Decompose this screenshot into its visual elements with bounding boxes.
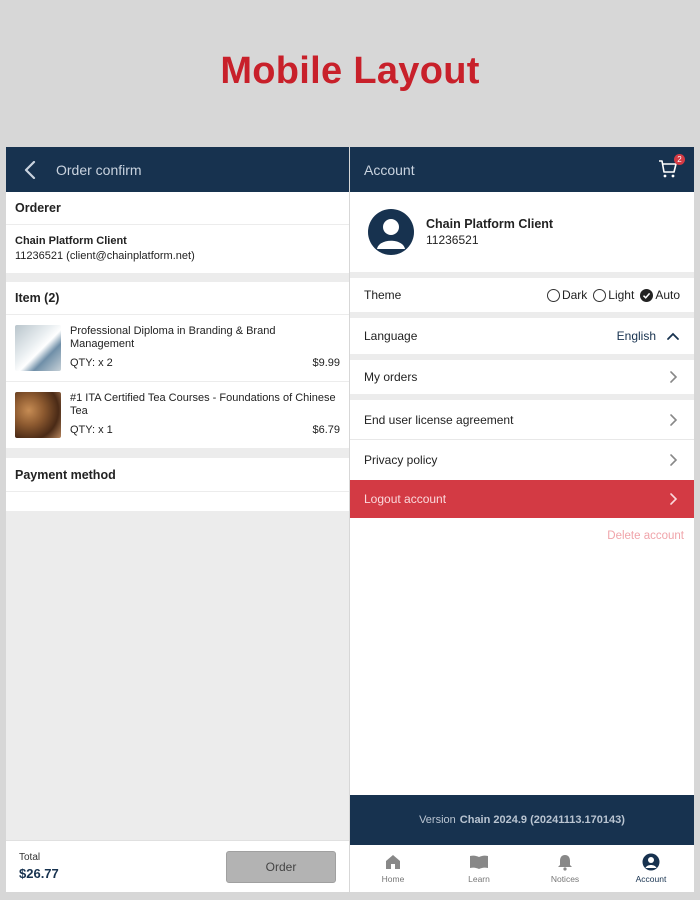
chevron-right-icon [670,413,678,426]
order-confirm-screen: Order confirm Orderer Chain Platform Cli… [6,147,349,892]
theme-radio-dark[interactable]: Dark [546,288,587,302]
version-value: Chain 2024.9 (20241113.170143) [459,814,625,826]
item-name: #1 ITA Certified Tea Courses - Foundatio… [70,392,336,417]
item-price: $9.99 [312,357,340,369]
item-name: Professional Diploma in Branding & Brand… [70,325,276,350]
avatar-icon [368,209,414,255]
item-qty: QTY: x 2 [70,357,113,369]
item-qty: QTY: x 1 [70,424,113,436]
theme-radio-auto[interactable]: Auto [640,288,680,302]
profile-id: 11236521 [426,233,479,247]
delete-account-link[interactable]: Delete account [350,518,694,542]
orderer-heading: Orderer [6,192,349,225]
profile-card: Chain Platform Client 11236521 [350,192,694,278]
radio-icon [546,288,560,302]
tab-home[interactable]: Home [350,845,436,892]
orderer-name: Chain Platform Client [15,235,127,247]
page-title: Mobile Layout [220,50,480,92]
account-header-title: Account [364,161,415,178]
logout-button[interactable]: Logout account [350,480,694,518]
version-prefix: Version [419,814,456,826]
total-label: Total [19,852,41,863]
orderer-detail: 11236521 (client@chainplatform.net) [15,250,195,262]
book-icon [470,855,488,869]
list-item[interactable]: Professional Diploma in Branding & Brand… [6,315,349,382]
item-price: $6.79 [312,424,340,436]
logout-label: Logout account [364,492,447,506]
order-header-title: Order confirm [56,161,142,178]
tab-notices[interactable]: Notices [522,845,608,892]
language-row[interactable]: Language English [350,318,694,360]
items-heading: Item (2) [6,282,349,315]
privacy-label: Privacy policy [364,453,438,467]
chevron-right-icon [670,371,678,383]
account-app-bar: Account 2 [350,147,694,192]
chevron-right-icon [670,454,678,466]
tab-learn[interactable]: Learn [436,845,522,892]
eula-row[interactable]: End user license agreement [350,400,694,440]
tab-account[interactable]: Account [608,845,694,892]
order-button[interactable]: Order [226,850,336,883]
radio-checked-icon [640,288,654,302]
account-icon [642,853,660,871]
version-bar: Version Chain 2024.9 (20241113.170143) [350,795,694,845]
payment-method-area[interactable] [6,491,349,511]
theme-radio-light[interactable]: Light [593,288,634,302]
language-value: English [616,329,656,343]
home-icon [386,855,400,869]
chevron-up-icon[interactable] [666,329,680,343]
order-footer: Total $26.77 Order [6,840,349,892]
cart-icon[interactable]: 2 [658,153,685,181]
cart-badge: 2 [674,153,685,165]
total-value: $26.77 [19,866,59,881]
my-orders-label: My orders [364,370,418,384]
language-label: Language [364,329,418,343]
payment-heading: Payment method [6,458,349,491]
bell-icon [558,855,572,871]
back-arrow-icon[interactable] [20,160,40,180]
profile-name: Chain Platform Client [426,217,554,231]
radio-icon [593,288,607,302]
items-section: Item (2) Professional Diploma in Brandin… [6,282,349,449]
privacy-row[interactable]: Privacy policy [350,440,694,480]
chevron-right-icon [670,493,678,505]
list-item[interactable]: #1 ITA Certified Tea Courses - Foundatio… [6,382,349,449]
bottom-tab-bar: Home Learn Notices Account [350,845,694,892]
item-thumbnail [15,392,61,438]
my-orders-row[interactable]: My orders [350,360,694,400]
account-screen: Account 2 Chain Platform Client 11236521… [350,147,694,892]
order-app-bar: Order confirm [6,147,349,192]
item-thumbnail [15,325,61,371]
orderer-section: Orderer Chain Platform Client 11236521 (… [6,192,349,273]
theme-label: Theme [364,288,402,302]
eula-label: End user license agreement [364,412,514,427]
theme-row: Theme Dark Light Auto [350,278,694,318]
